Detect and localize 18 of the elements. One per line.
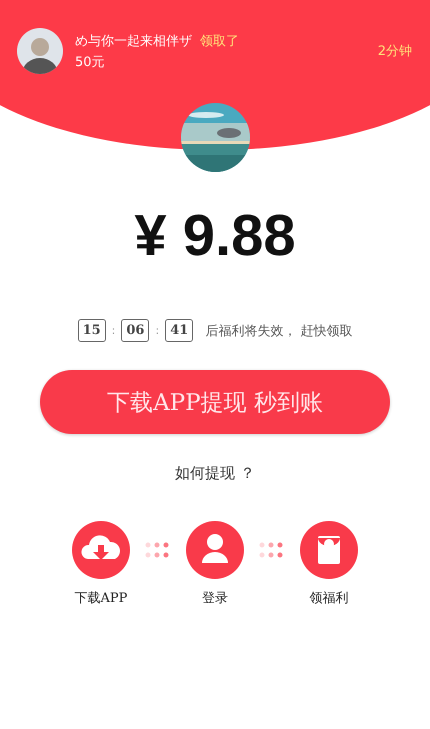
price-amount: ¥ 9.88 (134, 202, 296, 269)
cloud-download-icon[interactable] (72, 521, 130, 579)
countdown-separator: : (112, 324, 116, 337)
step-label: 下载APP (74, 590, 128, 607)
user-icon[interactable] (186, 521, 244, 579)
user-name: め与你一起来相伴ザ (75, 32, 192, 50)
countdown-digits: 15 (78, 319, 106, 342)
countdown-digits: 41 (165, 319, 194, 342)
step-label: 登录 (202, 590, 228, 607)
countdown-separator: : (155, 324, 160, 337)
envelope-icon[interactable] (300, 521, 358, 579)
action-text: 领取了 (200, 32, 239, 50)
time-text: 2分钟 (378, 43, 412, 60)
countdown-digits: 06 (121, 319, 150, 342)
amount-text: 50元 (75, 54, 106, 70)
countdown-message: 后福利将失效， 赶快领取 (205, 322, 352, 340)
how-to-withdraw-link[interactable]: 如何提现 ？ (175, 464, 255, 483)
step-label: 领福利 (310, 590, 348, 607)
